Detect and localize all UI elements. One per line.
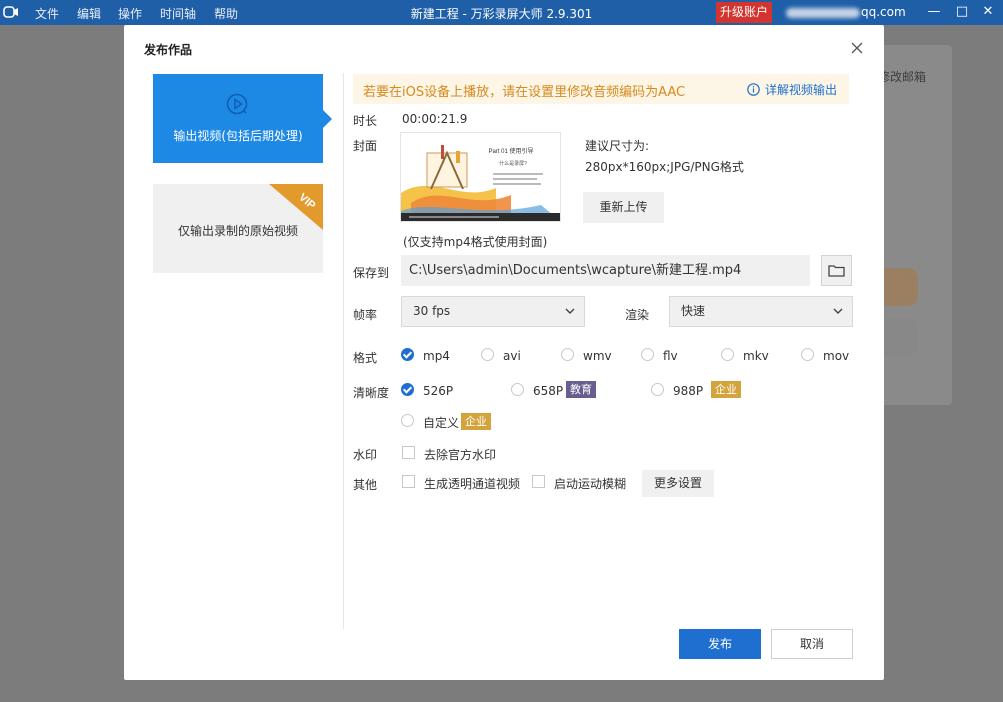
save-path-input[interactable]: C:\Users\admin\Documents\wcapture\新建工程.m… [401,255,810,286]
account-email[interactable]: qq.com [786,5,906,19]
output-raw-option[interactable]: 仅输出录制的原始视频 VIP [153,184,323,273]
resolution-option-label: 658P [533,384,564,398]
format-radio-flv[interactable] [641,348,654,361]
format-option-label: mov [823,349,850,363]
format-radio-mp4[interactable] [401,348,414,361]
chevron-down-icon [833,308,843,314]
close-window-icon[interactable]: ✕ [980,4,996,20]
alpha-channel-label: 生成透明通道视频 [424,477,521,491]
cover-label: 封面 [353,139,378,153]
resolution-radio-658p[interactable] [511,383,524,396]
svg-text:什么是录屏?: 什么是录屏? [499,160,527,167]
vip-badge: VIP [269,184,323,230]
render-label: 渲染 [625,308,650,322]
play-circle-icon [226,93,248,115]
resolution-option-label: 自定义 [423,416,460,430]
format-option-label: flv [663,349,678,363]
selected-arrow [323,110,332,128]
publish-dialog: 发布作品 输出视频(包括后期处理) 仅输出录制的原始视频 VIP 若要在iOS设… [124,25,884,680]
account-email-domain: qq.com [861,5,906,19]
minimize-icon[interactable]: — [926,4,942,20]
title-bar: 文件 编辑 操作 时间轴 帮助 新建工程 - 万彩录屏大师 2.9.301 升级… [0,0,1003,25]
format-label: 格式 [353,351,378,365]
format-radio-wmv[interactable] [561,348,574,361]
duration-label: 时长 [353,114,378,128]
format-option-label: avi [503,349,521,363]
cover-note: (仅支持mp4格式使用封面) [403,235,548,249]
ios-notice-bar: 若要在iOS设备上播放，请在设置里修改音频编码为AAC 详解视频输出 [353,74,849,104]
fps-select[interactable]: 30 fps [401,296,585,327]
format-option-label: wmv [583,349,612,363]
resolution-option-label: 526P [423,384,454,398]
render-select[interactable]: 快速 [669,296,853,327]
enterprise-badge: 企业 [461,413,491,430]
motion-blur-label: 启动运动模糊 [554,477,627,491]
resolution-option-label: 988P [673,384,704,398]
education-badge: 教育 [566,381,596,398]
resolution-radio-526p[interactable] [401,383,414,396]
format-radio-mkv[interactable] [721,348,734,361]
remove-watermark-label: 去除官方水印 [424,448,497,462]
edit-email-link: 修改邮箱 [878,70,927,84]
svg-text:Part 01 使用引导: Part 01 使用引导 [488,147,533,155]
maximize-icon[interactable]: □ [954,4,970,20]
remove-watermark-checkbox[interactable] [402,446,415,459]
render-select-value: 快速 [681,304,706,318]
format-option-label: mkv [743,349,769,363]
watermark-label: 水印 [353,448,378,462]
upgrade-account-button[interactable]: 升级账户 [716,2,773,23]
cover-image: Part 01 使用引导 什么是录屏? [401,133,560,221]
more-settings-button[interactable]: 更多设置 [642,470,714,497]
ios-notice-text: 若要在iOS设备上播放，请在设置里修改音频编码为AAC [363,85,686,100]
info-icon [747,83,760,96]
close-icon[interactable] [850,41,864,55]
resolution-radio-988p[interactable] [651,383,664,396]
format-radio-avi[interactable] [481,348,494,361]
cover-thumbnail[interactable]: Part 01 使用引导 什么是录屏? [400,132,561,222]
browse-folder-button[interactable] [821,255,852,286]
motion-blur-checkbox[interactable] [532,475,545,488]
publish-button[interactable]: 发布 [679,629,761,659]
cover-size-hint: 280px*160px;JPG/PNG格式 [585,160,744,174]
fps-select-value: 30 fps [413,304,451,318]
resolution-label: 清晰度 [353,386,390,400]
folder-icon [828,265,845,277]
dialog-title: 发布作品 [144,43,193,57]
reupload-cover-button[interactable]: 重新上传 [583,192,664,223]
divider [343,73,344,629]
fps-label: 帧率 [353,308,378,322]
redacted-email [786,7,860,18]
resolution-radio-custom[interactable] [401,414,414,427]
output-video-option[interactable]: 输出视频(包括后期处理) [153,74,332,163]
save-to-label: 保存到 [353,266,390,280]
other-label: 其他 [353,478,378,492]
output-video-label: 输出视频(包括后期处理) [173,129,303,143]
enterprise-badge: 企业 [711,381,741,398]
format-radio-mov[interactable] [801,348,814,361]
chevron-down-icon [565,308,575,314]
format-option-label: mp4 [423,349,450,363]
alpha-channel-checkbox[interactable] [402,475,415,488]
cancel-button[interactable]: 取消 [771,629,853,659]
video-output-help-link[interactable]: 详解视频输出 [765,81,837,98]
duration-value: 00:00:21.9 [402,112,468,126]
cover-size-hint-title: 建议尺寸为: [585,139,650,153]
